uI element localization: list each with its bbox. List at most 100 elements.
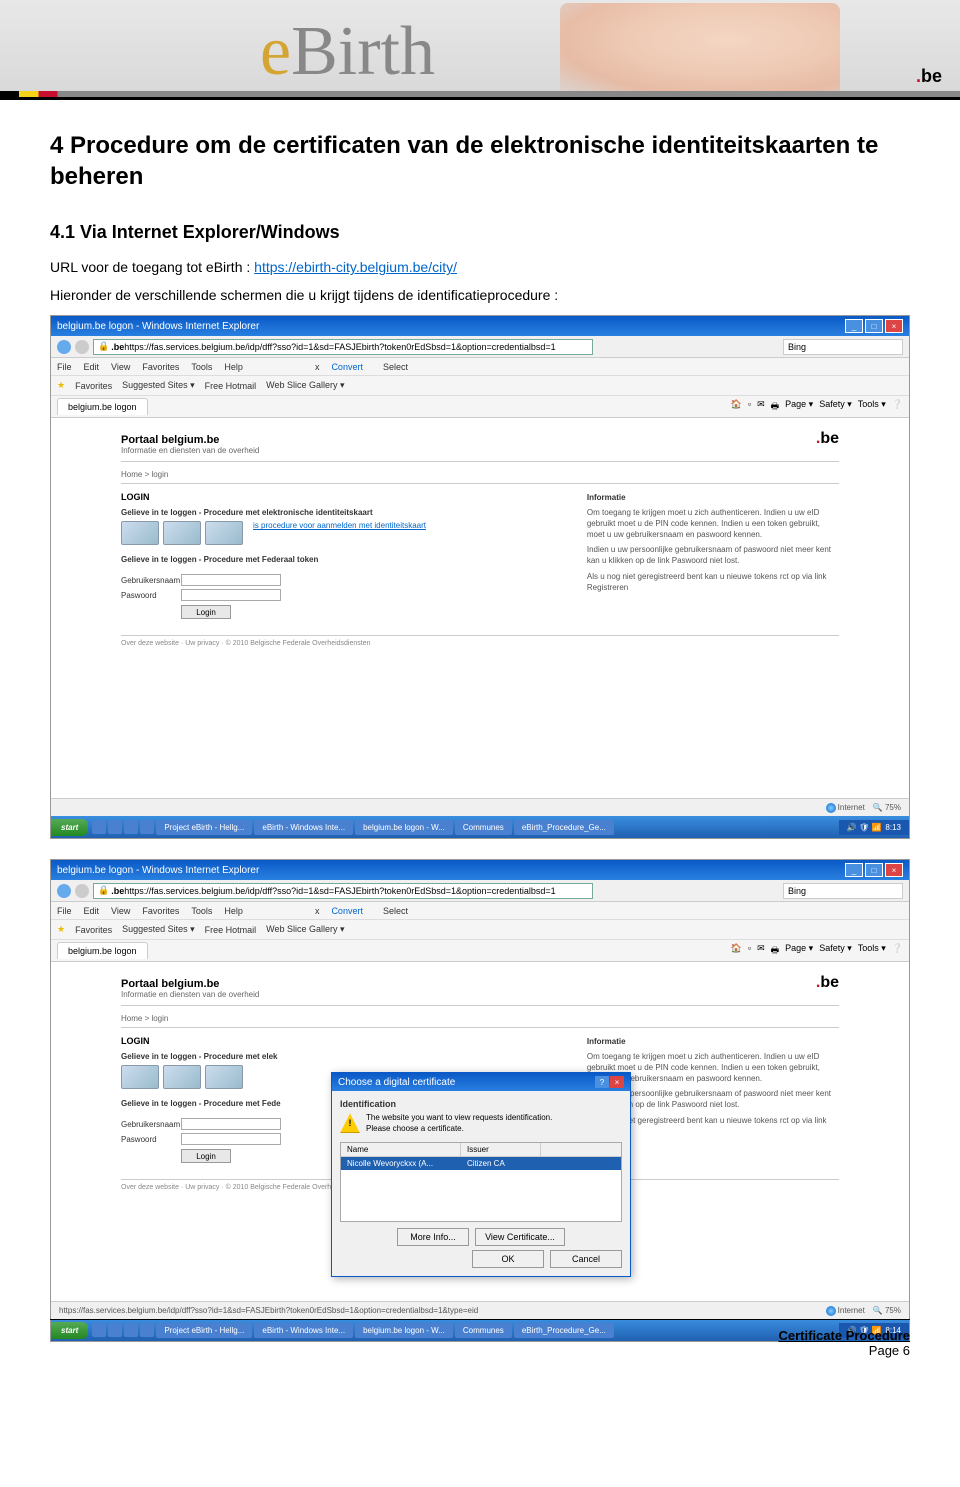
search-box[interactable]: Bing [783,883,903,899]
menu-help[interactable]: Help [224,362,243,372]
search-box[interactable]: Bing [783,339,903,355]
print-icon[interactable]: 🖶 [771,943,780,959]
close-button[interactable]: × [885,863,903,877]
taskbar-item[interactable]: belgium.be logon - W... [355,1323,453,1338]
cancel-button[interactable]: Cancel [550,1250,622,1268]
menu-help[interactable]: Help [224,906,243,916]
menu-edit[interactable]: Edit [84,906,100,916]
convert-button[interactable]: Convert [331,362,363,372]
eid-link[interactable]: is procedure voor aanmelden met identite… [253,521,426,545]
tool-tools[interactable]: Tools ▾ [858,943,886,959]
taskbar-item[interactable]: Communes [455,1323,512,1338]
address-bar[interactable]: 🔒 .be https://fas.services.belgium.be/id… [93,339,593,355]
fav-item-0[interactable]: Suggested Sites ▾ [122,380,195,391]
back-button[interactable] [57,340,71,354]
feed-icon[interactable]: ▫ [748,399,751,415]
username-label: Gebruikersnaam [121,1120,181,1129]
info-text-1: Om toegang te krijgen moet u zich authen… [587,507,839,541]
certificate-list[interactable]: Name Issuer Nicolle Wevoryckxx (A... Cit… [340,1142,622,1222]
mail-icon[interactable]: ✉ [757,943,765,959]
login-button[interactable]: Login [181,1149,231,1163]
fav-item-2[interactable]: Web Slice Gallery ▾ [266,924,344,935]
username-input[interactable] [181,574,281,586]
fav-item-1[interactable]: Free Hotmail [205,925,257,935]
mail-icon[interactable]: ✉ [757,399,765,415]
cert-list-row[interactable]: Nicolle Wevoryckxx (A... Citizen CA [341,1157,621,1170]
help-icon[interactable]: ❔ [892,943,903,959]
maximize-button[interactable]: □ [865,863,883,877]
star-icon: ★ [57,380,65,391]
taskbar-item[interactable]: eBirth - Windows Inte... [254,820,353,835]
browser-tab[interactable]: belgium.be logon [57,942,148,959]
close-button[interactable]: × [885,319,903,333]
minimize-button[interactable]: _ [845,319,863,333]
menu-tools[interactable]: Tools [191,906,212,916]
portal-info: Informatie Om toegang te krijgen moet u … [587,492,839,619]
info-heading: Informatie [587,492,839,503]
taskbar-item[interactable]: eBirth_Procedure_Ge... [514,1323,614,1338]
taskbar-item[interactable]: eBirth - Windows Inte... [254,1323,353,1338]
window-titlebar: belgium.be logon - Windows Internet Expl… [51,860,909,880]
select-button[interactable]: Select [383,906,408,916]
menu-view[interactable]: View [111,362,130,372]
view-certificate-button[interactable]: View Certificate... [475,1228,565,1246]
menu-favorites[interactable]: Favorites [142,906,179,916]
menu-bar: File Edit View Favorites Tools Help x Co… [51,358,909,376]
tool-safety[interactable]: Safety ▾ [819,943,852,959]
browser-tab[interactable]: belgium.be logon [57,398,148,415]
ebirth-url-link[interactable]: https://ebirth-city.belgium.be/city/ [254,259,457,275]
more-info-button[interactable]: More Info... [397,1228,469,1246]
tool-page[interactable]: Page ▾ [785,943,813,959]
tool-safety[interactable]: Safety ▾ [819,399,852,415]
eid-card-icon [163,521,201,545]
menu-edit[interactable]: Edit [84,362,100,372]
search-placeholder: Bing [788,886,806,896]
print-icon[interactable]: 🖶 [771,399,780,415]
home-icon[interactable]: 🏠 [731,943,742,959]
quick-launch [92,1323,154,1337]
ok-button[interactable]: OK [472,1250,544,1268]
menu-file[interactable]: File [57,362,72,372]
zoom-level[interactable]: 🔍 75% [873,1306,901,1315]
address-bar[interactable]: 🔒 .be https://fas.services.belgium.be/id… [93,883,593,899]
forward-button[interactable] [75,884,89,898]
favorites-bar: ★ Favorites Suggested Sites ▾ Free Hotma… [51,920,909,940]
fav-item-2[interactable]: Web Slice Gallery ▾ [266,380,344,391]
help-icon[interactable]: ❔ [892,399,903,415]
start-button[interactable]: start [51,1322,88,1339]
menu-file[interactable]: File [57,906,72,916]
taskbar-item[interactable]: belgium.be logon - W... [355,820,453,835]
fav-item-1[interactable]: Free Hotmail [205,381,257,391]
home-icon[interactable]: 🏠 [731,399,742,415]
tool-tools[interactable]: Tools ▾ [858,399,886,415]
feed-icon[interactable]: ▫ [748,943,751,959]
menu-tools[interactable]: Tools [191,362,212,372]
fav-item-0[interactable]: Suggested Sites ▾ [122,924,195,935]
tool-page[interactable]: Page ▾ [785,399,813,415]
taskbar-item[interactable]: Communes [455,820,512,835]
taskbar-item[interactable]: Project eBirth - Hellg... [156,1323,252,1338]
password-input[interactable] [181,1133,281,1145]
menu-view[interactable]: View [111,906,130,916]
back-button[interactable] [57,884,71,898]
dialog-help-button[interactable]: ? [595,1076,609,1088]
zoom-level[interactable]: 🔍 75% [873,803,901,812]
portal-header: .be Portaal belgium.be Informatie en die… [121,972,839,1006]
login-form: Gebruikersnaam Paswoord Login [121,574,575,619]
eid-card-icon [121,1065,159,1089]
select-button[interactable]: Select [383,362,408,372]
password-input[interactable] [181,589,281,601]
favorites-label[interactable]: Favorites [75,925,112,935]
username-input[interactable] [181,1118,281,1130]
dialog-close-button[interactable]: × [610,1076,624,1088]
minimize-button[interactable]: _ [845,863,863,877]
convert-button[interactable]: Convert [331,906,363,916]
login-button[interactable]: Login [181,605,231,619]
favorites-label[interactable]: Favorites [75,381,112,391]
start-button[interactable]: start [51,819,88,836]
forward-button[interactable] [75,340,89,354]
menu-favorites[interactable]: Favorites [142,362,179,372]
taskbar-item[interactable]: Project eBirth - Hellg... [156,820,252,835]
maximize-button[interactable]: □ [865,319,883,333]
taskbar-item[interactable]: eBirth_Procedure_Ge... [514,820,614,835]
